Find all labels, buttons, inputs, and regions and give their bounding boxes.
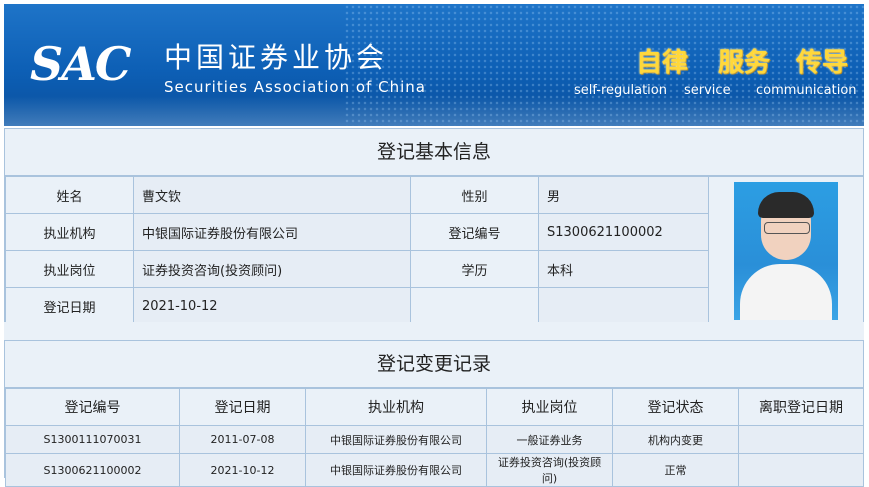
column-header: 登记状态 xyxy=(612,388,739,426)
slogan-service: 服务 xyxy=(718,48,771,78)
slogan-communication-en: communication xyxy=(756,83,857,98)
photo-cell xyxy=(708,176,864,325)
sac-logo: SAC xyxy=(30,37,132,91)
slogan-self-regulation: 自律 xyxy=(636,48,689,78)
column-header: 执业岗位 xyxy=(486,388,613,426)
change-records-title: 登记变更记录 xyxy=(5,341,863,388)
slogan-self-regulation-en: self-regulation xyxy=(574,83,667,98)
column-header: 登记日期 xyxy=(179,388,306,426)
record-leave-date xyxy=(738,425,864,454)
table-header-row: 登记编号 登记日期 执业机构 执业岗位 登记状态 离职登记日期 xyxy=(5,388,864,426)
org-name-en: Securities Association of China xyxy=(164,78,426,96)
reg-no-value: S1300621100002 xyxy=(538,213,709,251)
basic-info-title: 登记基本信息 xyxy=(5,129,863,176)
column-header: 执业机构 xyxy=(305,388,487,426)
name-label: 姓名 xyxy=(5,176,134,214)
table-row: S1300111070031 2011-07-08 中银国际证券股份有限公司 一… xyxy=(5,425,864,454)
reg-date-label: 登记日期 xyxy=(5,287,134,325)
empty-cell xyxy=(410,287,539,325)
education-value: 本科 xyxy=(538,250,709,288)
gender-label: 性别 xyxy=(410,176,539,214)
position-label: 执业岗位 xyxy=(5,250,134,288)
slogan-service-en: service xyxy=(684,83,731,98)
slogan-communication: 传导 xyxy=(796,48,849,78)
change-records-panel: 登记变更记录 登记编号 登记日期 执业机构 执业岗位 登记状态 离职登记日期 S… xyxy=(4,340,864,487)
basic-info-panel: 登记基本信息 姓名 曹文钦 性别 男 执业机构 中银国际证券股份有限公司 登记编… xyxy=(4,128,864,325)
record-reg-no: S1300111070031 xyxy=(5,425,180,454)
reg-date-value: 2021-10-12 xyxy=(133,287,411,325)
education-label: 学历 xyxy=(410,250,539,288)
header-banner: SAC 中国证券业协会 Securities Association of Ch… xyxy=(4,4,864,126)
org-name-cn: 中国证券业协会 xyxy=(164,41,389,74)
record-reg-date: 2011-07-08 xyxy=(179,425,306,454)
change-records-table: 登记编号 登记日期 执业机构 执业岗位 登记状态 离职登记日期 S1300111… xyxy=(5,388,864,487)
basic-info-table: 姓名 曹文钦 性别 男 执业机构 中银国际证券股份有限公司 登记编号 S1300… xyxy=(5,176,864,325)
reg-no-label: 登记编号 xyxy=(410,213,539,251)
empty-cell xyxy=(538,287,709,325)
record-org: 中银国际证券股份有限公司 xyxy=(305,425,487,454)
section-gap xyxy=(4,322,864,340)
column-header: 离职登记日期 xyxy=(738,388,864,426)
org-value: 中银国际证券股份有限公司 xyxy=(133,213,411,251)
column-header: 登记编号 xyxy=(5,388,180,426)
position-value: 证券投资咨询(投资顾问) xyxy=(133,250,411,288)
world-map-dots xyxy=(344,4,864,126)
record-status: 机构内变更 xyxy=(612,425,739,454)
gender-value: 男 xyxy=(538,176,709,214)
record-position: 一般证券业务 xyxy=(486,425,613,454)
person-photo xyxy=(734,181,838,320)
org-label: 执业机构 xyxy=(5,213,134,251)
info-row: 姓名 曹文钦 性别 男 xyxy=(5,176,864,325)
name-value: 曹文钦 xyxy=(133,176,411,214)
